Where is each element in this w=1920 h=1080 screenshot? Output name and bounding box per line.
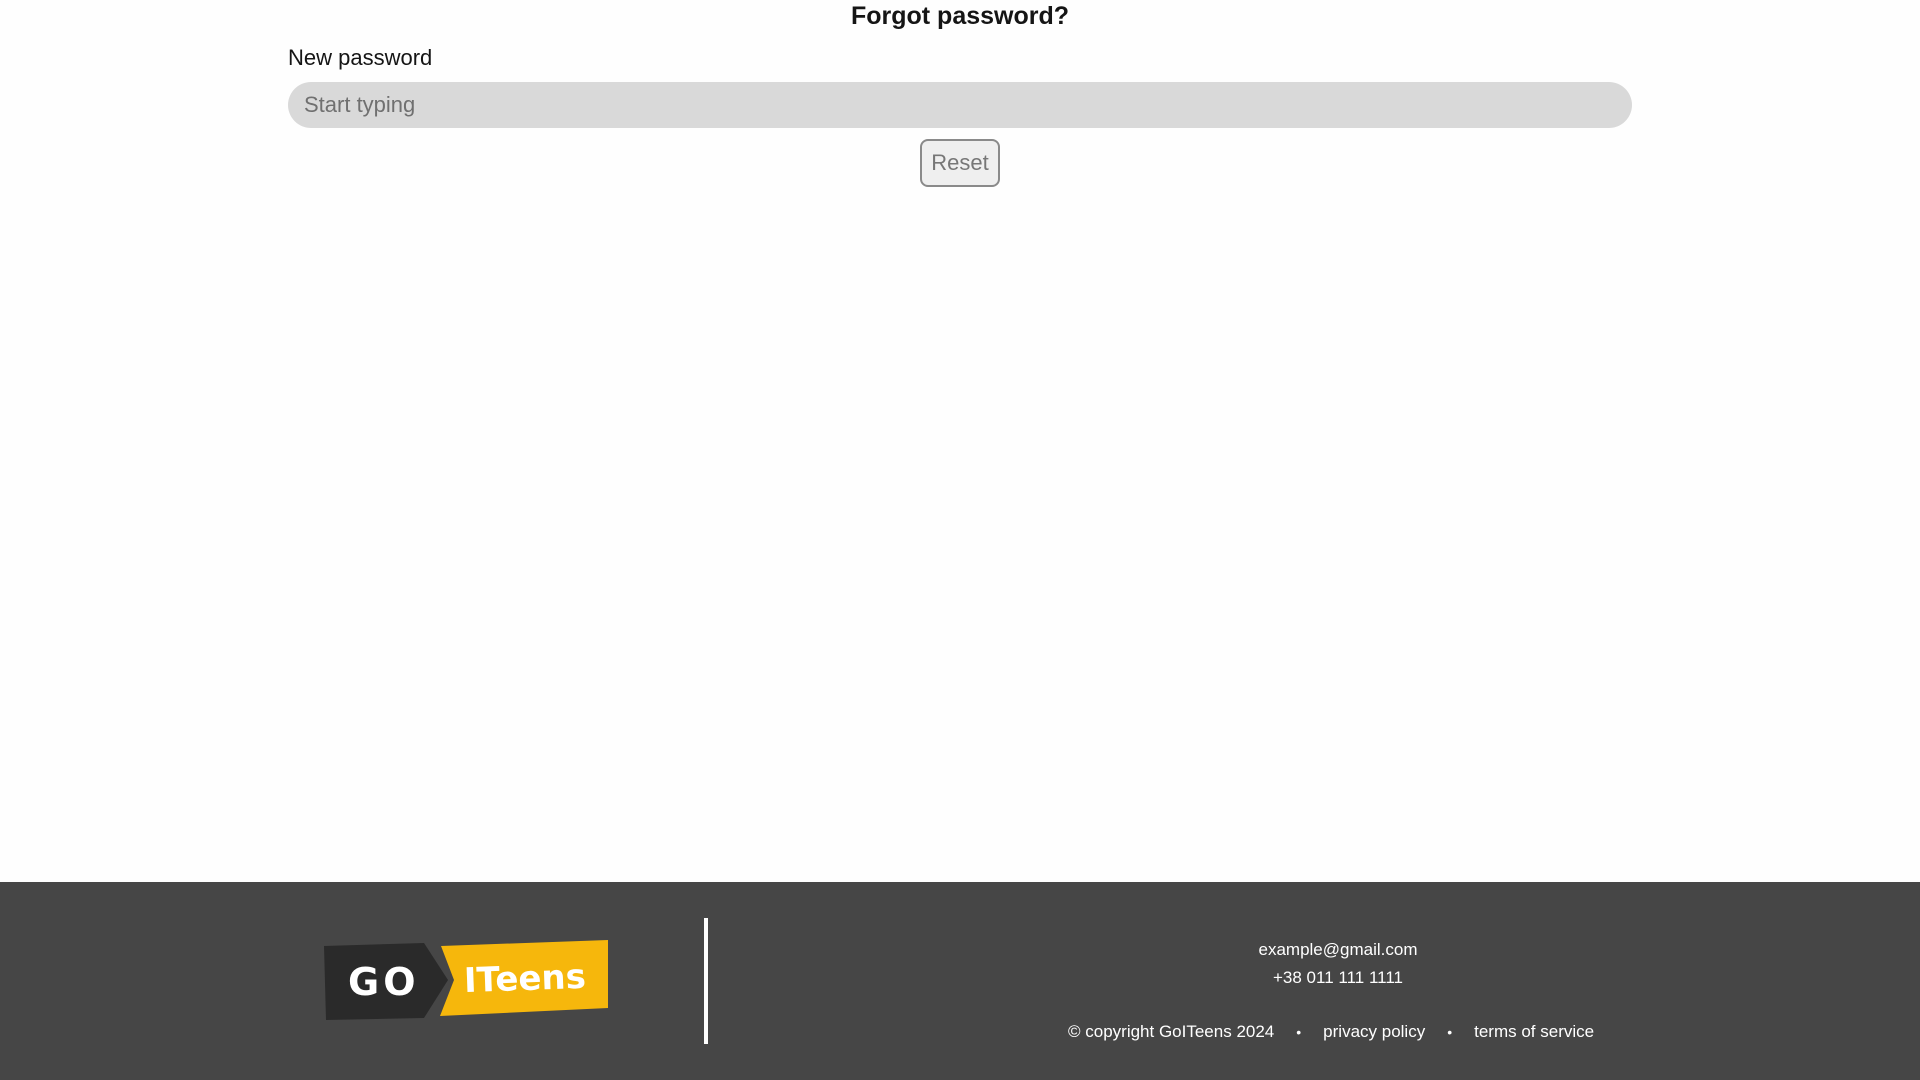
reset-button[interactable]: Reset bbox=[920, 139, 1000, 187]
goiteens-logo-graphic: GO ITeens bbox=[324, 940, 608, 1020]
contact-phone[interactable]: +38 011 111 1111 bbox=[1238, 964, 1438, 992]
page-title: Forgot password? bbox=[850, 2, 1070, 30]
svg-text:GO: GO bbox=[348, 960, 420, 1004]
privacy-policy-link[interactable]: privacy policy bbox=[1323, 1022, 1425, 1042]
page: Forgot password? New password Reset GO I… bbox=[0, 0, 1920, 1080]
separator-dot: • bbox=[1447, 1024, 1453, 1040]
new-password-input[interactable] bbox=[288, 82, 1632, 128]
contact-email[interactable]: example@gmail.com bbox=[1238, 936, 1438, 964]
goiteens-logo[interactable]: GO ITeens bbox=[324, 940, 610, 1024]
footer: GO ITeens example@gmail.com +38 011 111 … bbox=[0, 882, 1920, 1080]
main-content: Forgot password? New password Reset bbox=[0, 0, 1920, 882]
footer-legal: © copyright GoITeens 2024 • privacy poli… bbox=[1068, 1022, 1594, 1042]
separator-dot: • bbox=[1296, 1024, 1302, 1040]
footer-contacts: example@gmail.com +38 011 111 1111 bbox=[1238, 936, 1438, 992]
terms-of-service-link[interactable]: terms of service bbox=[1474, 1022, 1594, 1042]
svg-text:ITeens: ITeens bbox=[463, 957, 586, 1001]
footer-divider bbox=[704, 918, 708, 1044]
copyright-text: © copyright GoITeens 2024 bbox=[1068, 1022, 1275, 1041]
new-password-label: New password bbox=[288, 45, 433, 70]
